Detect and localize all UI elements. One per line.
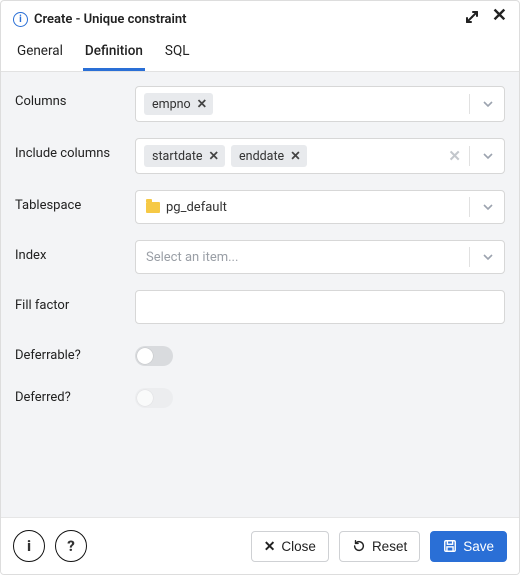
info-icon: i [27, 537, 31, 555]
tablespace-value: pg_default [166, 200, 227, 215]
deferrable-toggle[interactable] [135, 346, 173, 366]
reset-button[interactable]: Reset [339, 531, 420, 562]
tablespace-label: Tablespace [15, 190, 135, 213]
include-columns-label: Include columns [15, 138, 135, 161]
columns-select[interactable]: empno ✕ [135, 86, 505, 122]
fill-factor-label: Fill factor [15, 290, 135, 313]
chip-label: empno [152, 97, 191, 112]
include-column-chip: enddate ✕ [231, 145, 307, 167]
save-button-label: Save [463, 539, 494, 554]
tab-sql[interactable]: SQL [163, 35, 192, 71]
chip-remove-icon[interactable]: ✕ [197, 96, 207, 112]
form-body: Columns empno ✕ Include [1, 72, 519, 517]
chevron-down-icon[interactable] [476, 98, 500, 110]
chevron-down-icon[interactable] [476, 201, 500, 213]
dialog-titlebar: i Create - Unique constraint ✕ [1, 1, 519, 35]
include-column-chip: startdate ✕ [144, 145, 225, 167]
reset-button-label: Reset [372, 539, 407, 554]
index-label: Index [15, 240, 135, 263]
save-icon [443, 539, 457, 553]
include-columns-select[interactable]: startdate ✕ enddate ✕ ✕ [135, 138, 505, 174]
close-button-label: Close [281, 539, 316, 554]
question-icon: ? [67, 537, 75, 555]
index-placeholder: Select an item... [140, 246, 463, 269]
tab-definition[interactable]: Definition [83, 35, 145, 71]
chevron-down-icon[interactable] [476, 251, 500, 263]
expand-icon[interactable] [464, 9, 480, 29]
chip-remove-icon[interactable]: ✕ [209, 148, 219, 164]
reset-icon [352, 539, 366, 553]
clear-all-icon[interactable]: ✕ [446, 147, 463, 165]
tab-bar: General Definition SQL [1, 35, 519, 72]
deferred-label: Deferred? [15, 382, 135, 405]
deferrable-label: Deferrable? [15, 340, 135, 363]
tab-general[interactable]: General [15, 35, 65, 71]
chip-remove-icon[interactable]: ✕ [290, 148, 300, 164]
tablespace-select[interactable]: pg_default [135, 190, 505, 224]
chip-label: startdate [152, 149, 203, 164]
chevron-down-icon[interactable] [476, 150, 500, 162]
dialog-title: Create - Unique constraint [34, 12, 187, 27]
close-icon: ✕ [264, 539, 276, 553]
fill-factor-input[interactable] [135, 290, 505, 324]
info-button[interactable]: i [13, 530, 45, 562]
create-unique-constraint-dialog: i Create - Unique constraint ✕ General D… [0, 0, 520, 575]
chip-label: enddate [239, 149, 284, 164]
save-button[interactable]: Save [430, 531, 507, 562]
help-button[interactable]: ? [55, 530, 87, 562]
columns-label: Columns [15, 86, 135, 109]
close-icon[interactable]: ✕ [492, 9, 507, 29]
close-button[interactable]: ✕ Close [251, 531, 329, 562]
column-chip: empno ✕ [144, 93, 213, 115]
deferred-toggle [135, 388, 173, 408]
dialog-footer: i ? ✕ Close Reset [1, 517, 519, 574]
folder-icon [146, 202, 160, 213]
info-icon: i [13, 12, 28, 27]
index-select[interactable]: Select an item... [135, 240, 505, 274]
